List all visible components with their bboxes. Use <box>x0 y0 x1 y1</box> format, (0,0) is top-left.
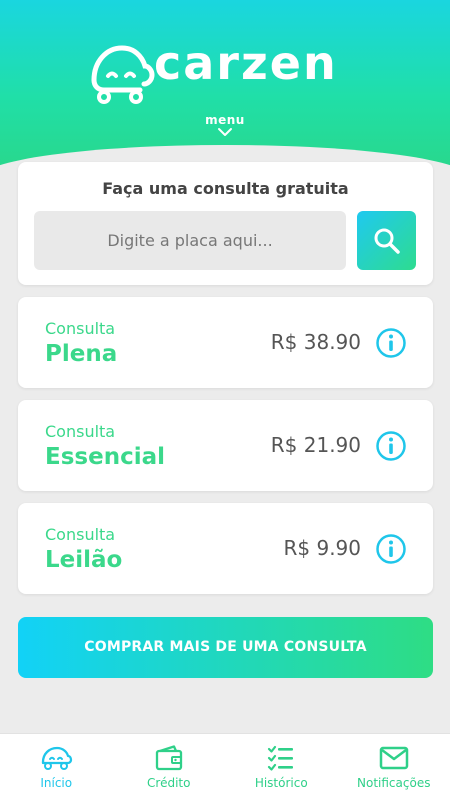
offer-name: Plena <box>45 341 118 367</box>
tab-credito[interactable]: Crédito <box>113 734 226 800</box>
offer-card-plena[interactable]: Consulta Plena R$ 38.90 <box>18 297 433 388</box>
offer-label: Consulta <box>45 525 116 544</box>
tab-inicio[interactable]: Início <box>0 734 113 800</box>
offer-name: Essencial <box>45 444 165 470</box>
tab-notificacoes[interactable]: Notificações <box>338 734 450 800</box>
car-icon <box>42 746 73 770</box>
search-icon <box>374 228 400 254</box>
info-icon[interactable] <box>375 533 407 565</box>
menu-toggle[interactable]: menu <box>0 113 450 137</box>
info-icon[interactable] <box>375 430 407 462</box>
brand-name: carzen <box>154 36 338 90</box>
tab-label: Notificações <box>357 776 431 790</box>
mail-icon <box>379 746 408 770</box>
tab-label: Crédito <box>147 776 191 790</box>
carzen-logo: carzen <box>88 36 368 108</box>
buy-multiple-button[interactable]: COMPRAR MAIS DE UMA CONSULTA <box>18 617 433 678</box>
wallet-icon <box>155 745 182 771</box>
free-search-card: Faça uma consulta gratuita <box>18 162 433 285</box>
car-face-logo-icon <box>91 45 155 104</box>
chevron-down-icon <box>218 128 232 136</box>
offer-label: Consulta <box>45 422 116 441</box>
offer-card-leilao[interactable]: Consulta Leilão R$ 9.90 <box>18 503 433 594</box>
search-title: Faça uma consulta gratuita <box>102 179 349 198</box>
menu-label: menu <box>205 113 245 127</box>
offer-name: Leilão <box>45 547 123 573</box>
info-icon[interactable] <box>375 327 407 359</box>
search-button[interactable] <box>357 211 416 270</box>
offer-label: Consulta <box>45 319 116 338</box>
offer-price: R$ 9.90 <box>283 536 361 560</box>
bottom-tab-bar: Início Crédito Histórico Notificações <box>0 733 450 800</box>
offer-price: R$ 38.90 <box>270 330 361 354</box>
offer-price: R$ 21.90 <box>270 433 361 457</box>
tab-label: Início <box>40 776 73 790</box>
plate-search-input[interactable] <box>34 211 346 270</box>
tab-label: Histórico <box>254 776 308 790</box>
tab-historico[interactable]: Histórico <box>225 734 338 800</box>
offer-card-essencial[interactable]: Consulta Essencial R$ 21.90 <box>18 400 433 491</box>
checklist-icon <box>268 745 294 771</box>
